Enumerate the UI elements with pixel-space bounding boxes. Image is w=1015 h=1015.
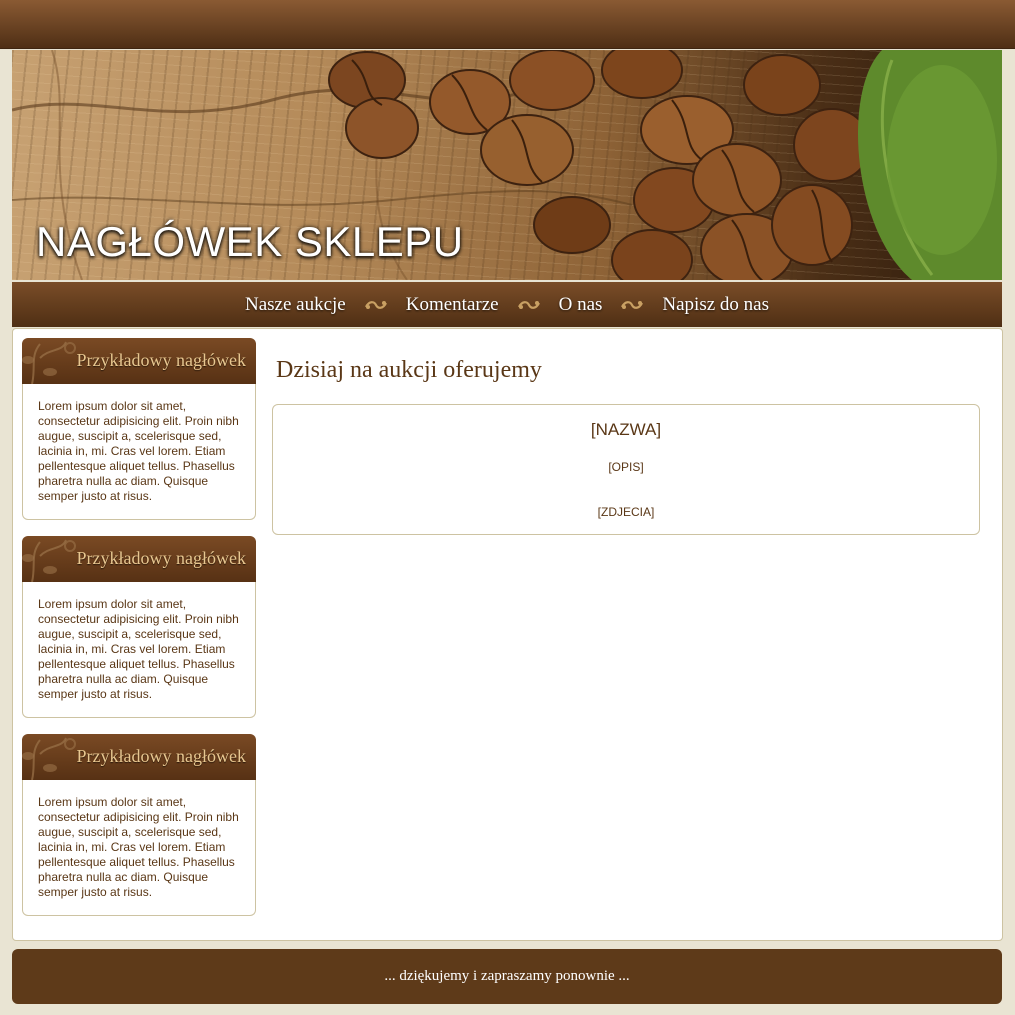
sidebar-box-title: Przykładowy nagłówek xyxy=(76,350,246,370)
sidebar-box-title: Przykładowy nagłówek xyxy=(76,548,246,568)
content-panel: Przykładowy nagłówek Lorem ipsum dolor s… xyxy=(12,328,1003,941)
nav-item-napisz-do-nas[interactable]: Napisz do nas xyxy=(662,294,769,316)
nav-item-o-nas[interactable]: O nas xyxy=(559,294,603,316)
sidebar-box: Przykładowy nagłówek Lorem ipsum dolor s… xyxy=(22,536,256,718)
sidebar-box-header: Przykładowy nagłówek xyxy=(22,338,256,384)
header-banner: NAGŁÓWEK SKLEPU xyxy=(12,50,1002,280)
product-description: [OPIS] xyxy=(608,460,644,474)
footer: ... dziękujemy i zapraszamy ponownie ... xyxy=(12,949,1002,1004)
page-title: Dzisiaj na aukcji oferujemy xyxy=(276,357,542,383)
product-name: [NAZWA] xyxy=(590,420,662,439)
sidebar-box: Przykładowy nagłówek Lorem ipsum dolor s… xyxy=(22,338,256,520)
shop-title: NAGŁÓWEK SKLEPU xyxy=(36,218,464,265)
swirl-ornament-icon xyxy=(499,299,559,311)
sidebar-box-text: Lorem ipsum dolor sit amet, consectetur … xyxy=(22,582,256,718)
swirl-ornament-icon xyxy=(602,299,662,311)
sidebar-box: Przykładowy nagłówek Lorem ipsum dolor s… xyxy=(22,734,256,916)
nav-item-nasze-aukcje[interactable]: Nasze aukcje xyxy=(245,294,346,316)
nav-item-komentarze[interactable]: Komentarze xyxy=(406,294,499,316)
swirl-ornament-icon xyxy=(346,299,406,311)
product-photos: [ZDJECIA] xyxy=(597,505,655,519)
top-bar xyxy=(0,0,1015,49)
main-nav: Nasze aukcje Komentarze O nas Napisz do … xyxy=(12,282,1002,327)
sidebar-box-text: Lorem ipsum dolor sit amet, consectetur … xyxy=(22,384,256,520)
product-card: [NAZWA] [OPIS] [ZDJECIA] xyxy=(272,404,980,535)
sidebar-box-title: Przykładowy nagłówek xyxy=(76,746,246,766)
sidebar-box-header: Przykładowy nagłówek xyxy=(22,536,256,582)
sidebar-box-text: Lorem ipsum dolor sit amet, consectetur … xyxy=(22,780,256,916)
footer-text: ... dziękujemy i zapraszamy ponownie ... xyxy=(384,968,630,984)
sidebar-box-header: Przykładowy nagłówek xyxy=(22,734,256,780)
